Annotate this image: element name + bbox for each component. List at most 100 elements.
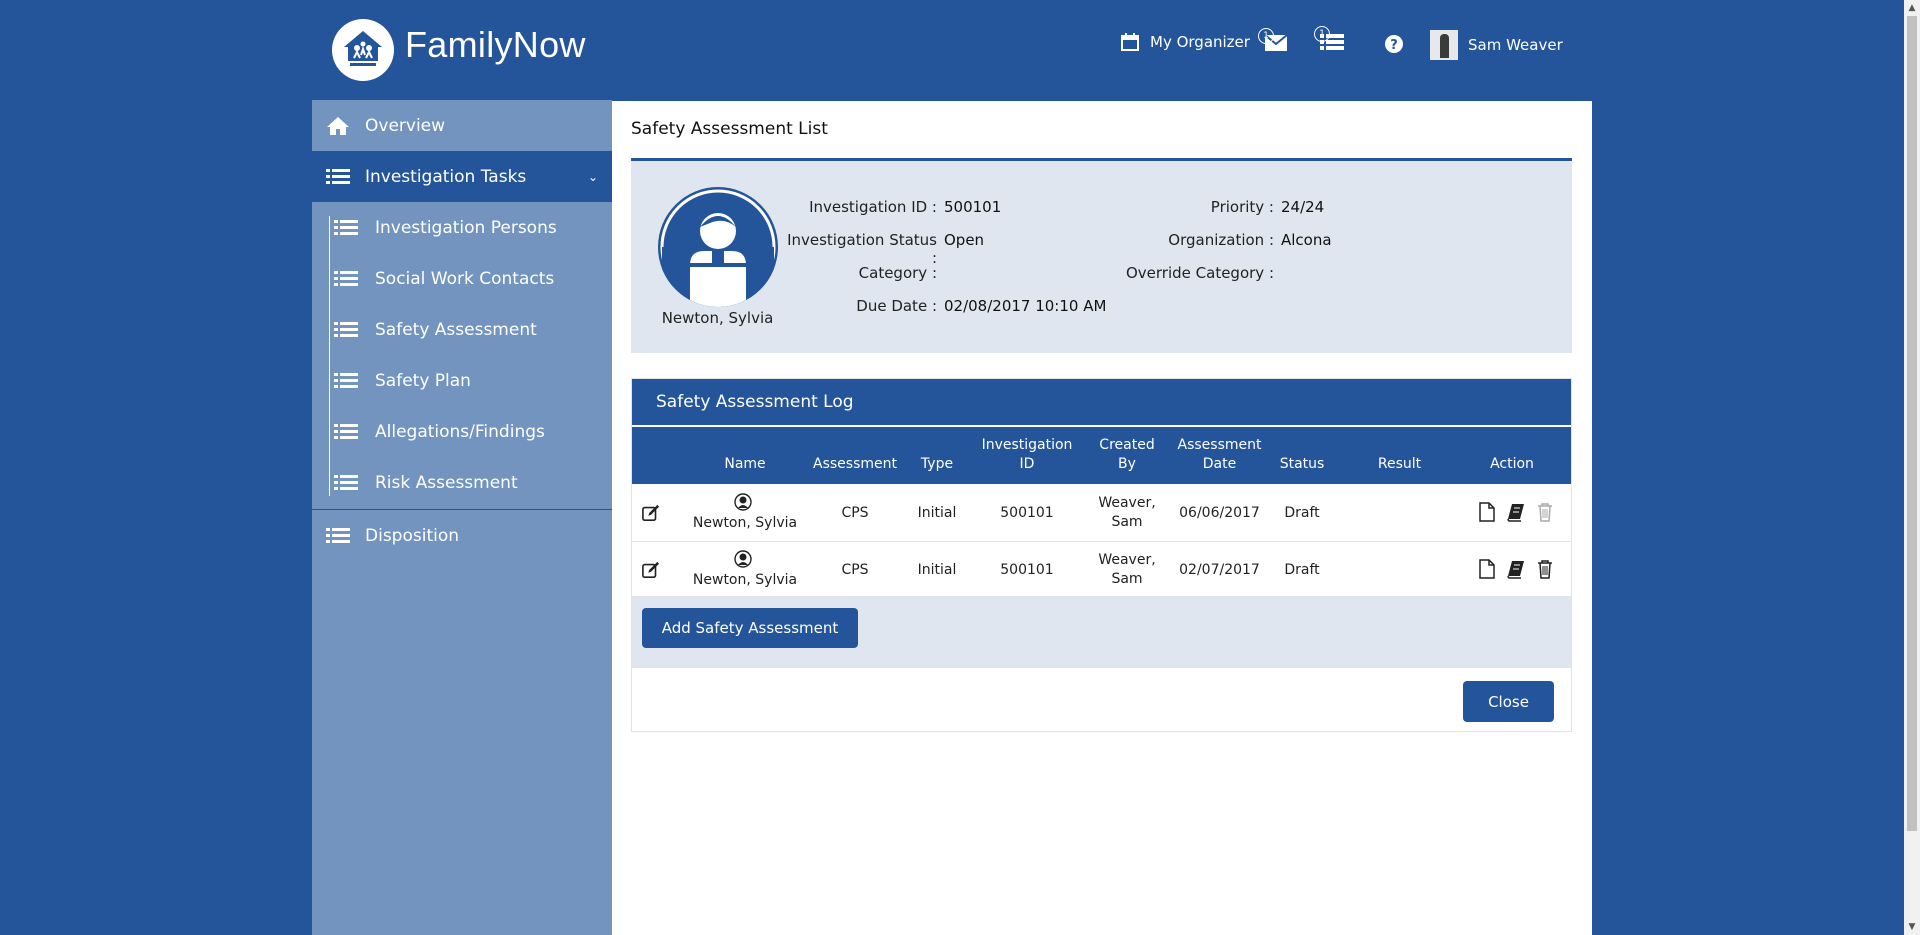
chevron-down-icon: ⌄ — [587, 169, 598, 184]
table-row: Newton, Sylvia CPS Initial 500101 Weaver… — [632, 485, 1571, 542]
mail-button[interactable]: 1 — [1258, 28, 1288, 52]
log-header: Safety Assessment Log — [632, 379, 1571, 425]
cell-assessment: CPS — [841, 505, 869, 521]
sidebar: Overview Investigation Tasks ⌄ Investiga… — [312, 100, 612, 935]
scroll-thumb[interactable] — [1907, 16, 1917, 831]
field-label: Organization : — [1168, 231, 1274, 249]
column-header-line: Date — [1202, 456, 1237, 472]
field-priority: Priority : 24/24 — [1071, 198, 1324, 216]
cell-name: Newton, Sylvia — [692, 515, 798, 531]
cell-status: Draft — [1284, 505, 1320, 521]
table-header: Name Assessment Type Investigation ID Cr… — [632, 427, 1571, 484]
sidebar-item-label: Investigation Persons — [375, 217, 557, 238]
person-icon — [734, 550, 752, 568]
sidebar-item-investigation-persons[interactable]: Investigation Persons — [312, 202, 612, 253]
field-value: Alcona — [1281, 231, 1332, 249]
user-name: Sam Weaver — [1468, 36, 1563, 54]
list-icon — [334, 474, 358, 490]
cell-line: Weaver, — [1098, 495, 1156, 511]
list-icon — [326, 527, 350, 543]
page-scrollbar[interactable]: ▲ ▼ — [1904, 0, 1920, 935]
list-icon — [334, 321, 358, 337]
cell-assessment: CPS — [841, 562, 869, 578]
home-icon — [327, 116, 349, 135]
field-value: Open — [944, 231, 985, 249]
column-header-status[interactable]: Status — [1272, 455, 1332, 474]
trash-icon-disabled — [1538, 503, 1552, 522]
cell-line: Sam — [1111, 514, 1143, 530]
sidebar-item-allegations-findings[interactable]: Allegations/Findings — [312, 406, 612, 457]
add-safety-assessment-button[interactable]: Add Safety Assessment — [642, 608, 858, 648]
sidebar-item-label: Safety Assessment — [375, 319, 537, 340]
column-header-name[interactable]: Name — [690, 455, 800, 474]
field-investigation-status: Investigation Status : Open — [781, 231, 984, 267]
safety-assessment-log: Safety Assessment Log Name Assessment Ty… — [631, 378, 1572, 732]
sidebar-item-label: Safety Plan — [375, 370, 471, 391]
sidebar-item-overview[interactable]: Overview — [312, 100, 612, 151]
user-menu[interactable]: Sam Weaver — [1430, 30, 1563, 60]
cell-type: Initial — [917, 505, 957, 521]
sidebar-item-safety-plan[interactable]: Safety Plan — [312, 355, 612, 406]
document-icon[interactable] — [1478, 559, 1496, 579]
column-header-investigation-id[interactable]: Investigation ID — [972, 436, 1082, 474]
cell-type: Initial — [917, 562, 957, 578]
cell-assessment-date: 02/07/2017 — [1179, 562, 1260, 578]
list-icon — [334, 219, 358, 235]
column-header-created-by[interactable]: Created By — [1087, 436, 1167, 474]
column-header-action: Action — [1490, 456, 1534, 472]
scroll-up-icon[interactable]: ▲ — [1904, 0, 1920, 16]
cell-investigation-id: 500101 — [1000, 562, 1054, 578]
calendar-icon — [1121, 33, 1139, 51]
help-button[interactable]: ? — [1385, 35, 1403, 53]
edit-icon[interactable] — [642, 560, 660, 580]
book-icon[interactable] — [1507, 502, 1525, 522]
mail-badge: 1 — [1258, 28, 1274, 44]
edit-icon[interactable] — [642, 503, 660, 523]
field-organization: Organization : Alcona — [1071, 231, 1332, 249]
book-icon[interactable] — [1507, 559, 1525, 579]
cell-investigation-id: 500101 — [1000, 505, 1054, 521]
sidebar-item-safety-assessment[interactable]: Safety Assessment — [312, 304, 612, 355]
column-header-line: By — [1118, 456, 1136, 472]
sidebar-item-investigation-tasks[interactable]: Investigation Tasks ⌄ — [312, 151, 612, 202]
list-icon — [326, 168, 350, 184]
sidebar-item-risk-assessment[interactable]: Risk Assessment — [312, 457, 612, 508]
trash-icon[interactable] — [1536, 559, 1554, 579]
page-title: Safety Assessment List — [631, 119, 828, 139]
list-icon — [334, 270, 358, 286]
field-label: Category : — [858, 264, 937, 282]
field-label: Investigation Status : — [787, 231, 937, 267]
cell-line: Sam — [1111, 571, 1143, 587]
document-icon[interactable] — [1478, 502, 1496, 522]
cell-created-by: Weaver, Sam — [1087, 494, 1167, 532]
my-organizer-link[interactable]: My Organizer — [1120, 32, 1250, 52]
close-button[interactable]: Close — [1463, 681, 1554, 722]
column-header-assessment[interactable]: Assessment — [810, 455, 900, 474]
my-organizer-label: My Organizer — [1150, 33, 1250, 51]
field-value: 24/24 — [1281, 198, 1325, 216]
sidebar-item-label: Overview — [365, 115, 446, 136]
main-panel: Safety Assessment List Newton, Sylvia In… — [612, 101, 1592, 935]
column-header-type[interactable]: Type — [907, 455, 967, 474]
cell-line: Weaver, — [1098, 552, 1156, 568]
person-summary-card: Newton, Sylvia Investigation ID : 500101… — [631, 161, 1572, 353]
cell-name: Newton, Sylvia — [692, 572, 798, 588]
list-icon — [334, 423, 358, 439]
person-avatar-icon — [658, 187, 778, 307]
familynow-logo[interactable] — [332, 19, 394, 81]
tasks-button[interactable]: 1 — [1314, 26, 1344, 52]
scroll-down-icon[interactable]: ▼ — [1904, 919, 1920, 935]
sidebar-item-social-work-contacts[interactable]: Social Work Contacts — [312, 253, 612, 304]
column-header-result[interactable]: Result — [1352, 455, 1447, 474]
cell-created-by: Weaver, Sam — [1087, 551, 1167, 589]
column-header-line: Assessment — [1177, 437, 1262, 453]
column-header-line: Investigation — [981, 437, 1073, 453]
sidebar-item-disposition[interactable]: Disposition — [312, 510, 612, 561]
sidebar-item-label: Disposition — [365, 525, 460, 546]
field-label: Due Date : — [856, 297, 937, 315]
column-header-line: Created — [1099, 437, 1155, 453]
log-title: Safety Assessment Log — [656, 392, 854, 412]
sidebar-item-label: Social Work Contacts — [375, 268, 555, 289]
column-header-assessment-date[interactable]: Assessment Date — [1172, 436, 1267, 474]
column-header-line: ID — [1019, 456, 1035, 472]
